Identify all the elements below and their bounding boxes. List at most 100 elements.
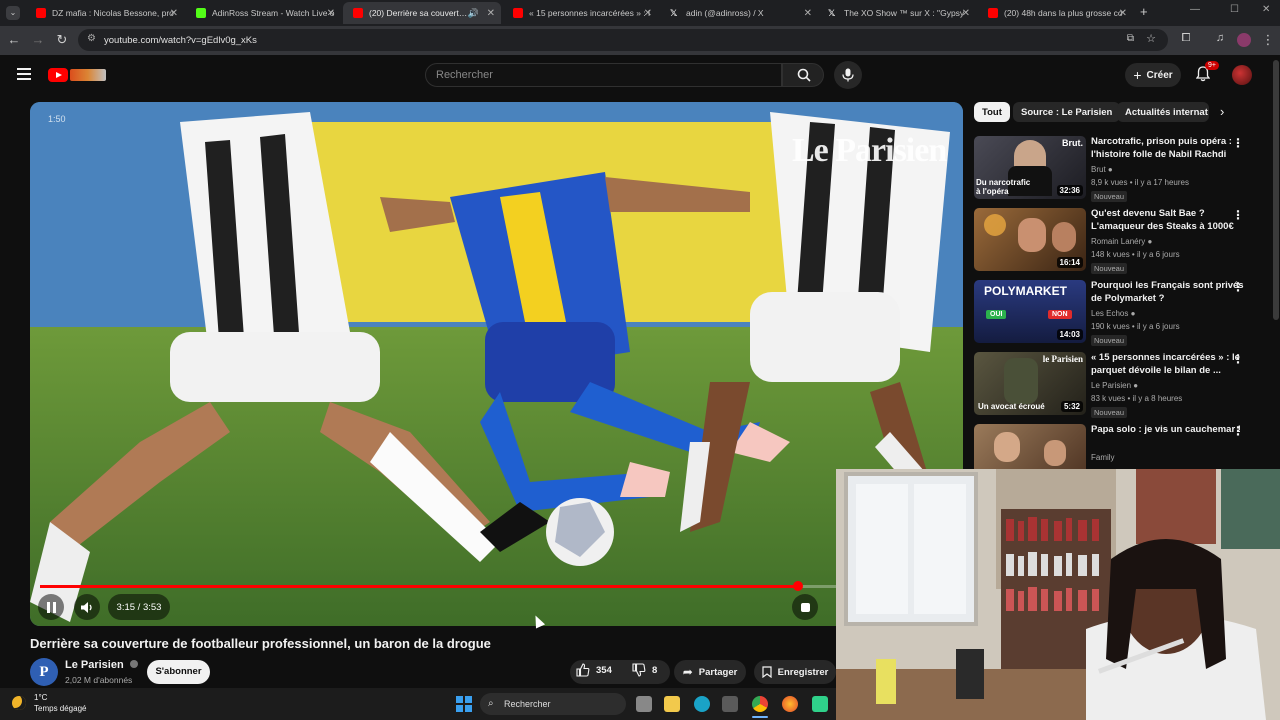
browser-tab[interactable]: « 15 personnes incarcérées » : l ✕ bbox=[503, 2, 658, 24]
volume-button[interactable] bbox=[74, 594, 100, 620]
more-options-icon[interactable]: ⋮ bbox=[1232, 208, 1244, 222]
maximize-icon[interactable]: ☐ bbox=[1230, 4, 1239, 15]
recommendation-item[interactable]: Du narcotrafic à l'opéra Brut. 32:36 Nar… bbox=[974, 136, 1264, 202]
oui-label: OUI bbox=[986, 310, 1007, 319]
recommendation-channel[interactable]: Les Echos ● bbox=[1091, 309, 1135, 318]
recommendation-title[interactable]: Qu'est devenu Salt Bae ? L'amaqueur des … bbox=[1091, 208, 1247, 233]
search-input[interactable]: Rechercher bbox=[425, 63, 782, 87]
recommendation-title[interactable]: Narcotrafic, prison puis opéra : l'histo… bbox=[1091, 136, 1247, 161]
address-bar[interactable]: ⚙ youtube.com/watch?v=gEdlv0g_xKs ⧉ ☆ bbox=[78, 29, 1168, 51]
autoplay-toggle[interactable] bbox=[792, 594, 818, 620]
back-icon[interactable]: ← bbox=[6, 32, 22, 47]
recommendation-channel[interactable]: Le Parisien ● bbox=[1091, 381, 1138, 390]
more-options-icon[interactable]: ⋮ bbox=[1232, 352, 1244, 366]
close-tab-icon[interactable]: ✕ bbox=[327, 8, 335, 19]
browser-menu-icon[interactable]: ⋮ bbox=[1260, 32, 1276, 48]
profile-avatar[interactable] bbox=[1237, 33, 1251, 47]
recommendation-channel[interactable]: Brut ● bbox=[1091, 165, 1113, 174]
recommendation-item[interactable]: 16:14 Qu'est devenu Salt Bae ? L'amaqueu… bbox=[974, 208, 1264, 274]
close-tab-icon[interactable]: ✕ bbox=[962, 8, 970, 19]
recommendation-title[interactable]: Papa solo : je vis un cauchemar ! bbox=[1091, 424, 1247, 437]
window-close-icon[interactable]: ✕ bbox=[1262, 4, 1270, 15]
pause-button[interactable] bbox=[38, 594, 64, 620]
share-button[interactable]: ➦ Partager bbox=[674, 660, 746, 684]
like-button[interactable]: 354 bbox=[576, 663, 612, 677]
dislike-button[interactable]: 8 bbox=[632, 663, 657, 677]
forward-icon[interactable]: → bbox=[30, 32, 46, 47]
subscribe-button[interactable]: S'abonner bbox=[147, 660, 210, 684]
recommendation-channel[interactable]: Family bbox=[1091, 453, 1115, 462]
chip-source[interactable]: Source : Le Parisien bbox=[1013, 102, 1121, 122]
hamburger-menu-icon[interactable] bbox=[17, 68, 31, 80]
youtube-favicon-icon bbox=[513, 8, 523, 18]
account-avatar[interactable] bbox=[1232, 65, 1252, 85]
browser-tab-active[interactable]: (20) Derrière sa couverture 🔊 ✕ bbox=[343, 2, 501, 24]
voice-search-button[interactable] bbox=[834, 61, 862, 89]
store-icon[interactable] bbox=[722, 696, 738, 712]
close-tab-icon[interactable]: ✕ bbox=[170, 8, 178, 19]
reload-icon[interactable]: ↻ bbox=[54, 32, 70, 48]
media-control-icon[interactable]: ♫ bbox=[1212, 32, 1228, 44]
firefox-browser-icon[interactable] bbox=[782, 696, 798, 712]
close-tab-icon[interactable]: ✕ bbox=[804, 8, 812, 19]
chip-all[interactable]: Tout bbox=[974, 102, 1010, 122]
x-favicon-icon: 𝕏 bbox=[670, 8, 678, 18]
close-tab-icon[interactable]: ✕ bbox=[644, 8, 652, 19]
create-label: Créer bbox=[1146, 69, 1173, 81]
browser-tab[interactable]: 𝕏 adin (@adinross) / X ✕ bbox=[660, 2, 818, 24]
progress-bar-fill bbox=[40, 585, 798, 588]
tab-list-icon[interactable]: ⌄ bbox=[6, 6, 20, 20]
video-thumbnail[interactable]: POLYMARKET OUI NON 14:03 bbox=[974, 280, 1086, 343]
more-options-icon[interactable]: ⋮ bbox=[1232, 280, 1244, 294]
video-thumbnail[interactable]: 16:14 bbox=[974, 208, 1086, 271]
progress-scrubber-handle[interactable] bbox=[792, 581, 803, 591]
chrome-browser-icon[interactable] bbox=[752, 696, 768, 712]
browser-tab[interactable]: DZ mafia : Nicolas Bessone, pro ✕ bbox=[26, 2, 184, 24]
chip-news[interactable]: Actualités internat bbox=[1117, 102, 1209, 122]
edge-browser-icon[interactable] bbox=[694, 696, 710, 712]
video-player[interactable]: 1:50 Le Parisien 3:15 / 3:53 bbox=[30, 102, 963, 626]
site-info-icon[interactable]: ⚙ bbox=[87, 33, 96, 44]
taskbar-search[interactable]: ⌕ Rechercher bbox=[480, 693, 626, 715]
weather-condition[interactable]: Temps dégagé bbox=[34, 704, 86, 713]
more-options-icon[interactable]: ⋮ bbox=[1232, 424, 1244, 438]
recommendation-item[interactable]: le Parisien Un avocat écroué 5:32 « 15 p… bbox=[974, 352, 1264, 418]
notifications-button[interactable]: 9+ bbox=[1195, 61, 1219, 87]
new-badge: Nouveau bbox=[1091, 407, 1128, 418]
save-button[interactable]: Enregistrer bbox=[754, 660, 836, 684]
browser-tab[interactable]: 𝕏 The XO Show ™ sur X : "Gypsy ✕ bbox=[818, 2, 976, 24]
task-view-icon[interactable] bbox=[636, 696, 652, 712]
youtube-header: Rechercher + Créer 9+ bbox=[0, 55, 1280, 95]
create-button[interactable]: + Créer bbox=[1125, 63, 1181, 87]
recommendation-title[interactable]: « 15 personnes incarcérées » : le parque… bbox=[1091, 352, 1247, 377]
page-scrollbar[interactable] bbox=[1273, 60, 1279, 320]
progress-bar[interactable] bbox=[40, 581, 953, 591]
channel-avatar[interactable]: P bbox=[30, 658, 58, 686]
more-options-icon[interactable]: ⋮ bbox=[1232, 136, 1244, 150]
browser-tab[interactable]: AdinRoss Stream - Watch Live o ✕ bbox=[186, 2, 341, 24]
windows-start-icon[interactable] bbox=[456, 696, 472, 712]
youtube-logo[interactable] bbox=[48, 67, 106, 83]
search-button[interactable] bbox=[782, 63, 824, 87]
tab-title: DZ mafia : Nicolas Bessone, pro bbox=[52, 8, 174, 18]
channel-name[interactable]: Le Parisien bbox=[65, 659, 138, 671]
video-thumbnail[interactable]: le Parisien Un avocat écroué 5:32 bbox=[974, 352, 1086, 415]
bookmark-star-icon[interactable]: ☆ bbox=[1146, 32, 1156, 45]
xbox-app-icon[interactable] bbox=[812, 696, 828, 712]
chips-next-icon[interactable]: › bbox=[1220, 104, 1224, 119]
minimize-icon[interactable]: — bbox=[1190, 4, 1200, 15]
recommendation-item[interactable]: POLYMARKET OUI NON 14:03 Pourquoi les Fr… bbox=[974, 280, 1264, 346]
file-explorer-icon[interactable] bbox=[664, 696, 680, 712]
speaker-icon[interactable]: 🔊 bbox=[468, 8, 479, 19]
extensions-icon[interactable]: ⧠ bbox=[1178, 32, 1194, 45]
recommendation-title[interactable]: Pourquoi les Français sont privés de Pol… bbox=[1091, 280, 1247, 305]
weather-moon-icon[interactable] bbox=[12, 696, 26, 710]
recommendation-channel[interactable]: Romain Lanéry ● bbox=[1091, 237, 1152, 246]
browser-tab[interactable]: (20) 48h dans la plus grosse co ✕ bbox=[978, 2, 1133, 24]
cast-icon[interactable]: ⧉ bbox=[1127, 33, 1134, 44]
video-thumbnail[interactable]: Du narcotrafic à l'opéra Brut. 32:36 bbox=[974, 136, 1086, 199]
weather-temp[interactable]: 1°C bbox=[34, 693, 47, 702]
new-tab-icon[interactable]: + bbox=[1140, 4, 1148, 19]
close-tab-icon[interactable]: ✕ bbox=[1119, 8, 1127, 19]
close-tab-icon[interactable]: ✕ bbox=[487, 8, 495, 19]
